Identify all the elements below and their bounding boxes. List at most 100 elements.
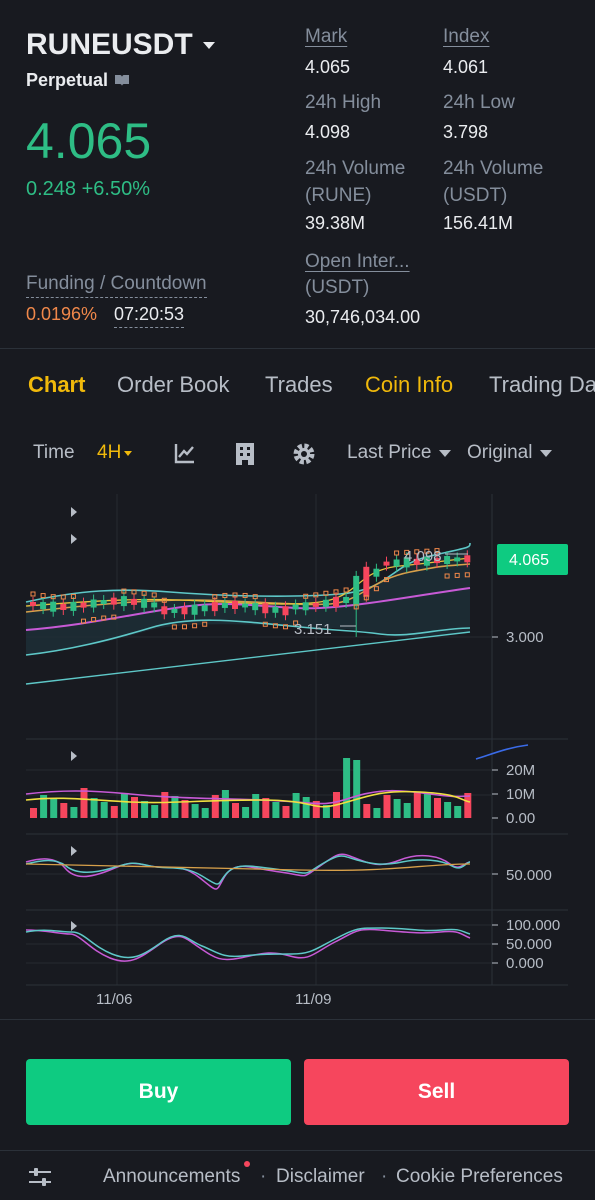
candle-body	[282, 606, 289, 616]
tab-trading-data[interactable]: Trading Da	[489, 372, 595, 398]
view-value: Original	[467, 442, 533, 463]
volume-bar	[302, 797, 310, 818]
tab-chart[interactable]: Chart	[28, 372, 85, 398]
index-label[interactable]: Index	[443, 26, 489, 48]
volume-bar	[393, 799, 401, 818]
pane-separators	[26, 494, 568, 986]
volume-bar	[30, 808, 37, 818]
tab-coin-info[interactable]: Coin Info	[365, 372, 453, 398]
volume-bar	[423, 794, 431, 818]
mark-label[interactable]: Mark	[305, 26, 347, 48]
candle-body	[50, 601, 57, 612]
indicator1-line-b	[25, 855, 471, 885]
sliders-icon[interactable]	[29, 1167, 51, 1192]
price-tick-3000: 3.000	[506, 629, 544, 646]
candle-body	[161, 606, 168, 615]
indicator-icon[interactable]	[173, 441, 197, 470]
index-value: 4.061	[443, 57, 489, 77]
candle-body	[60, 603, 67, 610]
low-marker-label: 3.151	[294, 621, 332, 638]
candle-body	[151, 602, 158, 608]
buy-button[interactable]: Buy	[26, 1059, 291, 1125]
indicator2-tick-100: 100.000	[506, 917, 560, 934]
funding-label[interactable]: Funding / Countdown	[26, 273, 207, 298]
interval-selector[interactable]: 4H	[97, 442, 133, 464]
indicator2-tick-0: 0.000	[506, 955, 544, 972]
view-selector[interactable]: Original	[467, 442, 553, 464]
volume-bar	[110, 806, 118, 818]
candle-body	[90, 599, 97, 608]
contract-type: Perpetual	[26, 70, 130, 91]
vol-rune-label-2: (RUNE)	[305, 185, 372, 206]
volume-bar	[120, 793, 128, 818]
candle-body	[80, 602, 87, 608]
candle-body	[333, 596, 339, 607]
price-type-value: Last Price	[347, 442, 432, 463]
open-interest-label[interactable]: Open Inter...	[305, 251, 410, 273]
footer-cookie-preferences[interactable]: Cookie Preferences	[396, 1166, 563, 1188]
volume-bar	[343, 758, 351, 818]
kline-chart[interactable]: 4.098 3.151 3.000 4.065 20M 10M 0.00 50.…	[0, 494, 595, 1014]
candle-body	[302, 602, 309, 611]
volume-bar	[50, 799, 58, 818]
volume-bar	[383, 795, 391, 818]
sell-button[interactable]: Sell	[304, 1059, 569, 1125]
footer-announcements[interactable]: Announcements	[103, 1166, 240, 1188]
indicator1-axis: 50.000	[492, 867, 552, 884]
candle-body	[464, 555, 471, 563]
volume-bar	[252, 794, 260, 818]
candle-body	[444, 556, 451, 564]
candle-body	[252, 603, 259, 611]
depth-icon[interactable]	[234, 441, 256, 472]
footer-divider	[0, 1150, 595, 1151]
candle-body	[131, 598, 137, 605]
volume-bar	[221, 790, 229, 818]
low-label: 24h Low	[443, 92, 515, 113]
volume-bar	[80, 788, 88, 818]
volume-bar	[131, 797, 138, 818]
sar-dot	[30, 591, 36, 597]
volume-bar	[90, 798, 98, 818]
gear-icon[interactable]	[291, 441, 317, 472]
candle-body	[232, 601, 238, 609]
vol-usdt-label-2: (USDT)	[443, 185, 508, 206]
volume-bar	[141, 801, 149, 818]
tab-order-book[interactable]: Order Book	[117, 372, 230, 398]
tab-trades[interactable]: Trades	[265, 372, 333, 398]
volume-extra-line	[475, 744, 529, 760]
volume-bar	[444, 802, 452, 818]
candle-body	[393, 559, 400, 567]
volume-bar	[363, 804, 371, 818]
volume-bar	[434, 798, 441, 818]
high-marker-label: 4.098	[404, 548, 442, 565]
vol-usdt-value: 156.41M	[443, 213, 514, 233]
candle-body	[353, 575, 360, 606]
volume-bar	[151, 805, 159, 818]
candle-body	[40, 602, 47, 610]
funding-rate: 0.0196%	[26, 304, 98, 324]
symbol-selector[interactable]: RUNEUSDT	[26, 28, 215, 62]
volume-bar	[201, 808, 209, 818]
candle-body	[272, 606, 279, 613]
volume-tick-10m: 10M	[506, 786, 535, 803]
candle-body	[383, 561, 390, 566]
footer-disclaimer[interactable]: Disclaimer	[276, 1166, 365, 1188]
contract-type-label: Perpetual	[26, 70, 109, 90]
candle-body	[110, 597, 117, 605]
candle-body	[100, 600, 107, 605]
footer-separator: ·	[260, 1166, 267, 1187]
volume-bar	[282, 806, 290, 818]
price-type-selector[interactable]: Last Price	[347, 442, 452, 464]
candle-body	[181, 607, 188, 615]
candle-body	[211, 602, 218, 612]
volume-bar	[292, 793, 300, 818]
candle-body	[312, 602, 319, 607]
caret-down-icon	[202, 41, 215, 49]
volume-bar	[70, 807, 78, 818]
candle-body	[322, 599, 329, 607]
candle-body	[363, 566, 370, 597]
price-change: 0.248 +6.50%	[26, 178, 150, 200]
high-label: 24h High	[305, 92, 382, 113]
vol-rune-value: 39.38M	[305, 213, 366, 233]
book-icon[interactable]	[114, 74, 130, 87]
